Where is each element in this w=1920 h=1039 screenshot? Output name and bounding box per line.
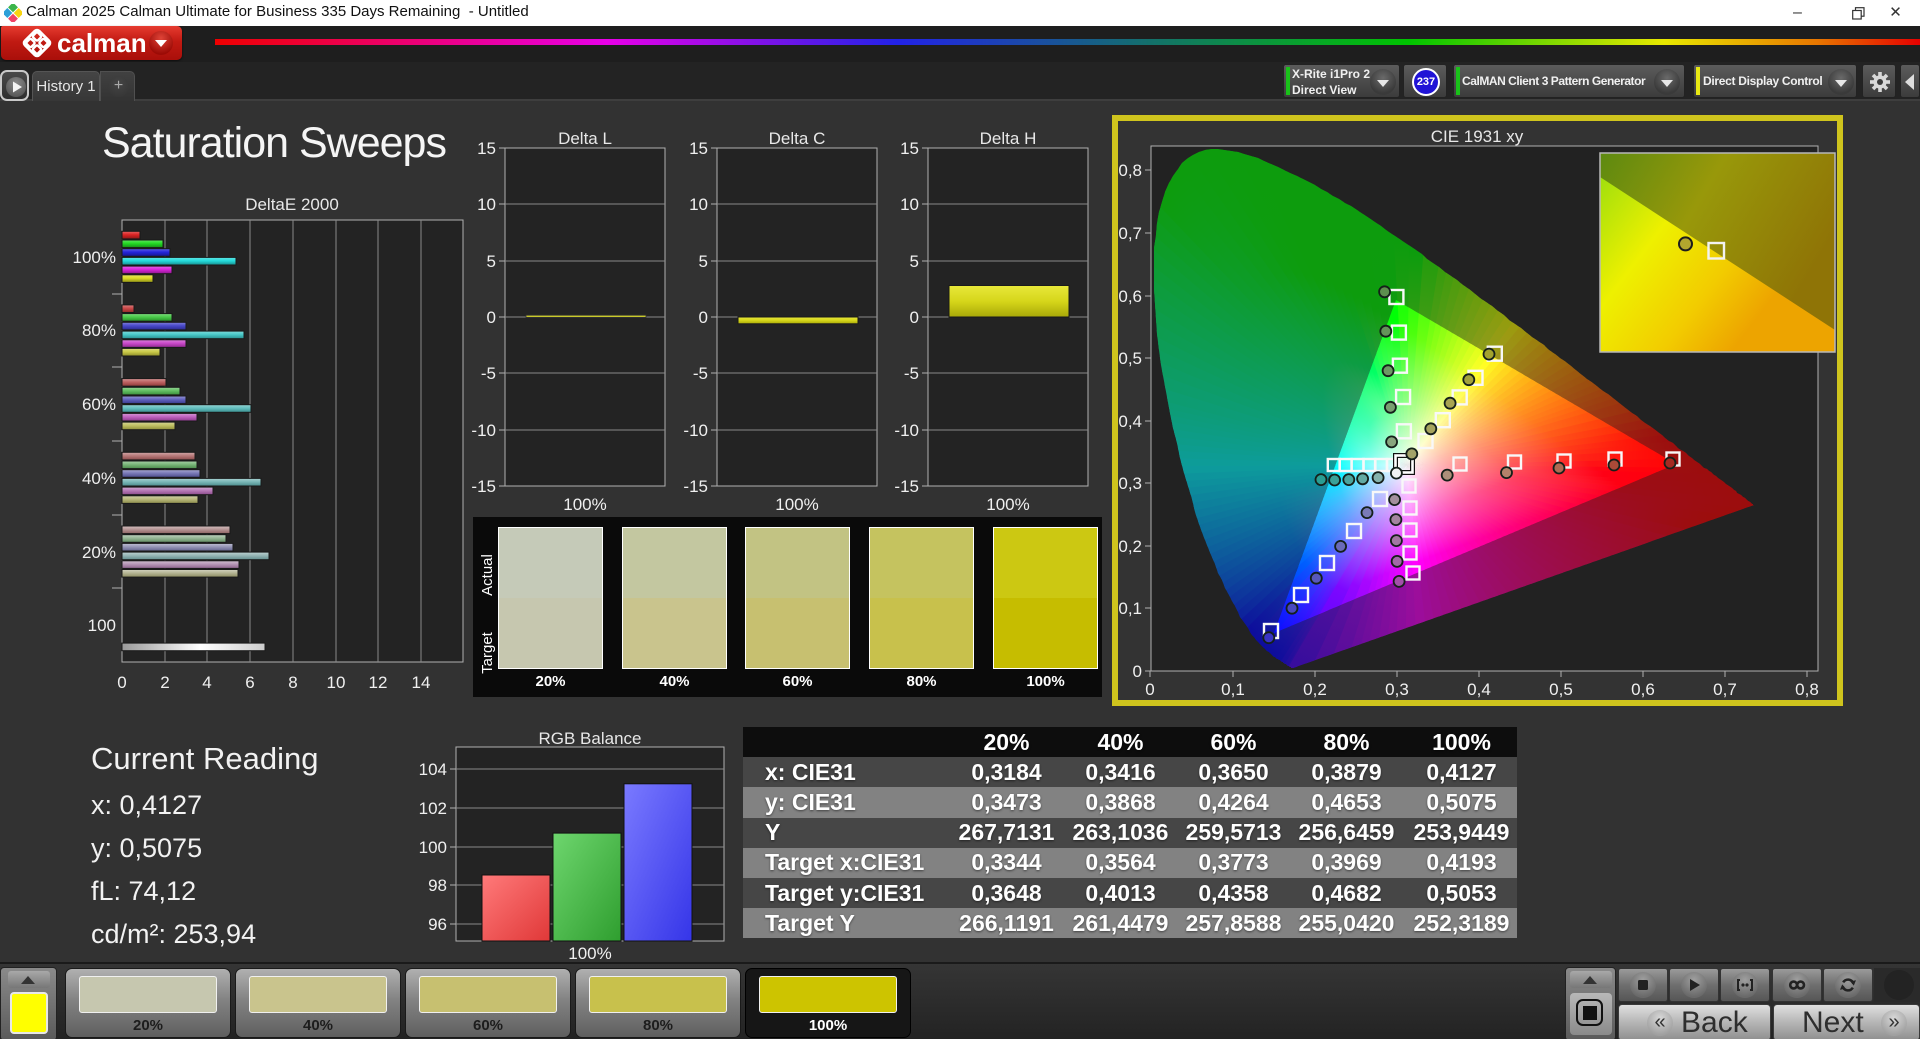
svg-text:0,7: 0,7 <box>1713 680 1737 699</box>
svg-text:0: 0 <box>1133 662 1142 681</box>
svg-text:0: 0 <box>1145 680 1154 699</box>
svg-text:0,1: 0,1 <box>1221 680 1245 699</box>
svg-text:0,8: 0,8 <box>1795 680 1819 699</box>
svg-text:0,7: 0,7 <box>1118 224 1142 243</box>
svg-text:0,1: 0,1 <box>1118 599 1142 618</box>
svg-text:0,3: 0,3 <box>1385 680 1409 699</box>
svg-text:0,5: 0,5 <box>1118 349 1142 368</box>
svg-text:0,6: 0,6 <box>1118 287 1142 306</box>
svg-text:0,8: 0,8 <box>1118 161 1142 180</box>
svg-text:0,4: 0,4 <box>1118 412 1142 431</box>
svg-text:CIE 1931 xy: CIE 1931 xy <box>1431 127 1524 146</box>
svg-text:0,2: 0,2 <box>1118 537 1142 556</box>
svg-text:0,2: 0,2 <box>1303 680 1327 699</box>
svg-text:0,5: 0,5 <box>1549 680 1573 699</box>
svg-text:0,3: 0,3 <box>1118 474 1142 493</box>
svg-text:0,6: 0,6 <box>1631 680 1655 699</box>
svg-text:0,4: 0,4 <box>1467 680 1491 699</box>
